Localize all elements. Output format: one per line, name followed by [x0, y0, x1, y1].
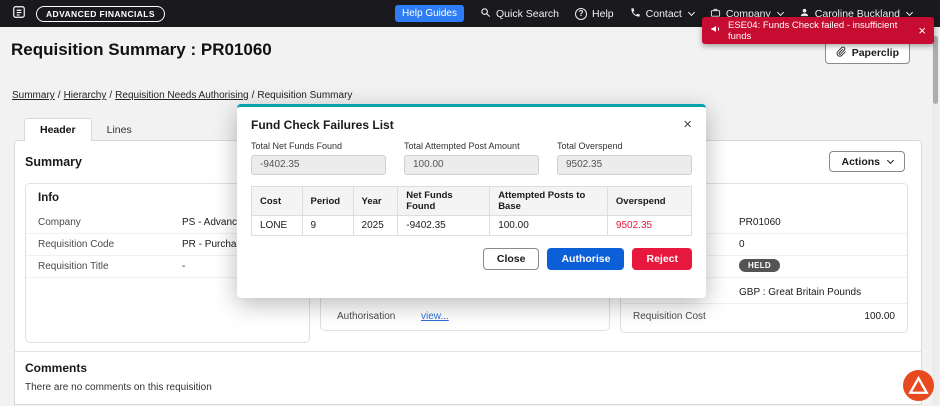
breadcrumb-separator: /: [109, 90, 112, 101]
cell-period: 9: [302, 216, 353, 236]
status-badge-wrap: HELD: [739, 259, 780, 272]
contact-label: Contact: [646, 8, 682, 20]
paperclip-button[interactable]: Paperclip: [825, 41, 910, 64]
breadcrumb-separator: /: [58, 90, 61, 101]
modal-title: Fund Check Failures List: [251, 118, 394, 132]
actions-button[interactable]: Actions: [829, 151, 905, 172]
quick-search-label: Quick Search: [496, 8, 559, 20]
cell-cost: LONE: [252, 216, 303, 236]
paperclip-label: Paperclip: [852, 47, 899, 59]
breadcrumb-link-hierarchy[interactable]: Hierarchy: [64, 90, 107, 101]
col-header-period: Period: [302, 187, 353, 216]
breadcrumb-link-requisition-needs-authorising[interactable]: Requisition Needs Authorising: [115, 90, 248, 101]
contact-menu[interactable]: Contact: [630, 7, 694, 21]
chevron-down-icon: [688, 8, 695, 15]
field-label: Requisition Cost: [633, 311, 706, 322]
search-icon: [480, 7, 491, 21]
cell-attempted-posts: 100.00: [490, 216, 608, 236]
field-value: 100.00: [864, 311, 895, 322]
fund-check-failures-modal: Fund Check Failures List × Total Net Fun…: [237, 104, 706, 298]
toast-message: ESE04: Funds Check failed - insufficient…: [728, 20, 912, 42]
scrollbar-track[interactable]: [932, 28, 939, 405]
field-value: GBP : Great Britain Pounds: [739, 287, 861, 298]
quick-search-button[interactable]: Quick Search: [480, 7, 559, 21]
help-label: Help: [592, 8, 614, 20]
field-label: Total Net Funds Found: [251, 141, 386, 151]
close-button[interactable]: Close: [483, 248, 540, 270]
reject-button[interactable]: Reject: [632, 248, 692, 270]
field-value: 0: [739, 239, 745, 250]
total-overspend-field: Total Overspend 9502.35: [557, 141, 692, 175]
scrollbar-thumb[interactable]: [933, 36, 938, 104]
chevron-down-icon: [906, 8, 913, 15]
detail-row-requisition-cost: Requisition Cost 100.00: [621, 306, 907, 328]
field-value: PR01060: [739, 217, 781, 228]
field-label: Authorisation: [337, 311, 395, 322]
tab-lines[interactable]: Lines: [92, 118, 147, 141]
field-label: Company: [38, 217, 81, 228]
status-badge: HELD: [739, 259, 780, 272]
col-header-year: Year: [353, 187, 398, 216]
advanced-logo-icon[interactable]: [903, 370, 934, 401]
summary-heading: Summary: [25, 155, 82, 169]
phone-icon: [630, 7, 641, 21]
authorisation-row: Authorisation view...: [321, 306, 609, 328]
help-icon: ?: [575, 8, 587, 20]
help-guides-button[interactable]: Help Guides: [395, 5, 464, 22]
field-label: Requisition Title: [38, 261, 109, 272]
brand-badge[interactable]: ADVANCED FINANCIALS: [36, 6, 165, 22]
tab-header[interactable]: Header: [24, 118, 92, 141]
field-label: Total Attempted Post Amount: [404, 141, 539, 151]
field-value: -: [182, 261, 185, 272]
total-net-funds-found-field: Total Net Funds Found -9402.35: [251, 141, 386, 175]
breadcrumb: Summary/Hierarchy/Requisition Needs Auth…: [12, 90, 352, 101]
table-row: LONE 9 2025 -9402.35 100.00 9502.35: [252, 216, 692, 236]
fund-check-table: Cost Period Year Net Funds Found Attempt…: [251, 186, 692, 236]
field-label: Total Overspend: [557, 141, 692, 151]
col-header-net-funds-found: Net Funds Found: [398, 187, 490, 216]
authorise-button[interactable]: Authorise: [547, 248, 624, 270]
col-header-overspend: Overspend: [607, 187, 691, 216]
cell-year: 2025: [353, 216, 398, 236]
page-title: Requisition Summary : PR01060: [11, 40, 272, 60]
alert-icon: [710, 23, 722, 38]
col-header-attempted-posts: Attempted Posts to Base: [490, 187, 608, 216]
field-label: Requisition Code: [38, 239, 114, 250]
total-attempted-post-amount-field: Total Attempted Post Amount 100.00: [404, 141, 539, 175]
col-header-cost: Cost: [252, 187, 303, 216]
cell-net-funds-found: -9402.35: [398, 216, 490, 236]
modal-close-icon[interactable]: ×: [683, 117, 692, 132]
chevron-down-icon: [777, 8, 784, 15]
comments-empty-text: There are no comments on this requisitio…: [25, 382, 212, 393]
actions-label: Actions: [841, 156, 880, 168]
table-header-row: Cost Period Year Net Funds Found Attempt…: [252, 187, 692, 216]
total-net-funds-found-input: -9402.35: [251, 155, 386, 175]
error-toast: ESE04: Funds Check failed - insufficient…: [702, 17, 934, 44]
toast-close-icon[interactable]: ×: [918, 24, 926, 37]
chevron-down-icon: [887, 156, 894, 163]
breadcrumb-link-summary[interactable]: Summary: [12, 90, 55, 101]
paperclip-icon: [836, 46, 847, 60]
app-logo-icon[interactable]: [12, 5, 26, 22]
breadcrumb-current: Requisition Summary: [257, 90, 352, 101]
tab-bar: Header Lines: [24, 118, 147, 141]
total-attempted-post-amount-input: 100.00: [404, 155, 539, 175]
info-heading: Info: [38, 192, 59, 204]
comments-heading: Comments: [25, 361, 87, 375]
breadcrumb-separator: /: [252, 90, 255, 101]
authorisation-view-link[interactable]: view...: [421, 311, 449, 322]
cell-overspend: 9502.35: [607, 216, 691, 236]
total-overspend-input: 9502.35: [557, 155, 692, 175]
help-button[interactable]: ? Help: [575, 8, 614, 20]
divider: [15, 351, 921, 352]
